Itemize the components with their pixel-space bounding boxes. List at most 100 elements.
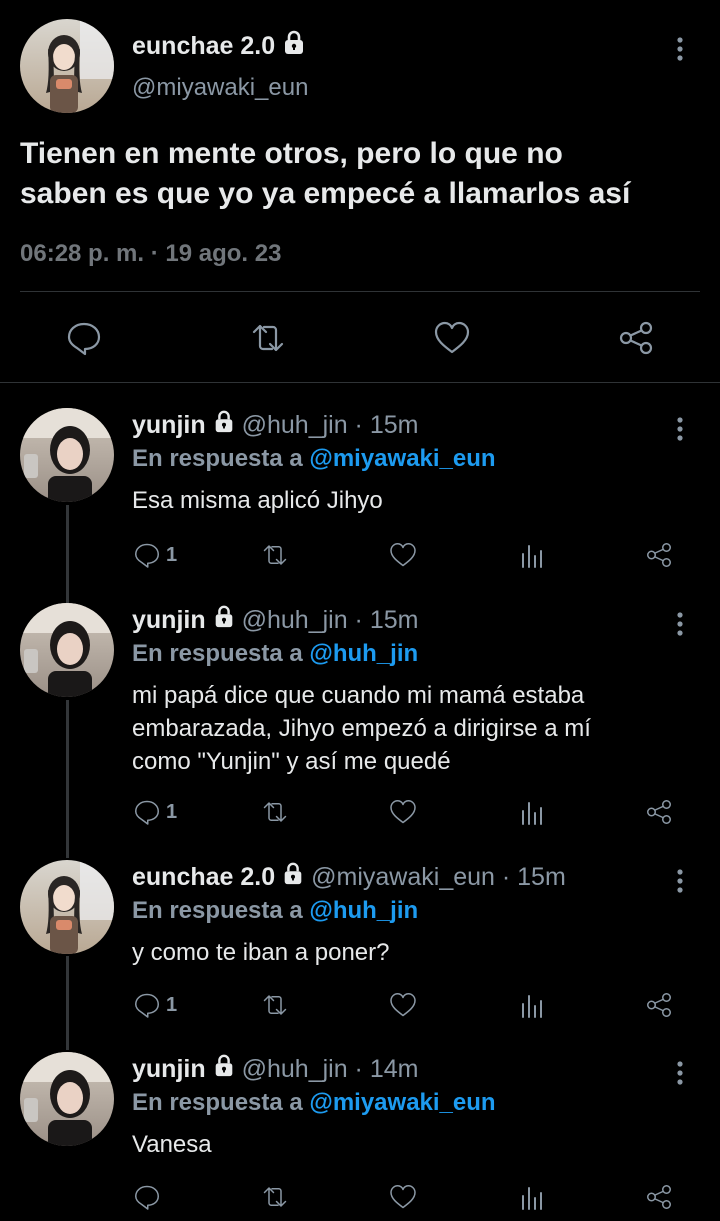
reply-count: 1 — [166, 543, 178, 566]
mention-link[interactable]: @miyawaki_eun — [309, 1089, 495, 1116]
lock-icon — [212, 410, 236, 441]
share-button[interactable] — [644, 990, 674, 1020]
in-reply-to: En respuesta a @huh_jin — [132, 640, 418, 668]
reply-header: yunjin @huh_jin · 14m — [132, 1054, 418, 1085]
like-button[interactable] — [388, 540, 418, 570]
more-vertical-icon[interactable] — [668, 414, 692, 449]
reply-text: y como te iban a poner? — [132, 936, 702, 969]
views-button[interactable] — [518, 540, 546, 570]
divider — [20, 291, 700, 292]
lock-icon — [281, 862, 305, 893]
like-button[interactable] — [432, 318, 472, 363]
reply-text: mi papá dice que cuando mi mamá estaba e… — [132, 679, 702, 778]
heart-icon — [390, 543, 416, 567]
analytics-icon — [522, 545, 542, 568]
in-reply-to: En respuesta a @huh_jin — [132, 897, 418, 925]
share-button[interactable] — [644, 797, 674, 827]
tweet-text: Tienen en mente otros, pero lo que no sa… — [20, 134, 710, 214]
tweet-text-line: Tienen en mente otros, pero lo que no — [20, 137, 563, 170]
avatar[interactable] — [20, 860, 114, 954]
avatar[interactable] — [20, 603, 114, 697]
handle-time[interactable]: @huh_jin · 14m — [242, 1055, 419, 1084]
retweet-button[interactable] — [258, 540, 292, 570]
reply-header: yunjin @huh_jin · 15m — [132, 410, 418, 441]
in-reply-to: En respuesta a @miyawaki_eun — [132, 1089, 496, 1117]
reply-icon — [135, 800, 159, 825]
handle-time[interactable]: @huh_jin · 15m — [242, 411, 419, 440]
share-icon — [647, 800, 671, 824]
avatar[interactable] — [20, 19, 114, 113]
reply-button[interactable] — [132, 1182, 166, 1212]
retweet-button[interactable] — [258, 797, 292, 827]
reply-count: 1 — [166, 993, 178, 1016]
views-button[interactable] — [518, 1182, 546, 1212]
retweet-button[interactable] — [258, 1182, 292, 1212]
reply-count: 1 — [166, 800, 178, 823]
share-icon — [647, 543, 671, 567]
share-button[interactable] — [644, 1182, 674, 1212]
retweet-icon — [263, 995, 287, 1015]
share-icon — [619, 321, 653, 355]
more-vertical-icon[interactable] — [668, 34, 692, 69]
reply-prefix: En respuesta a — [132, 897, 303, 924]
reply-button[interactable]: 1 — [132, 990, 177, 1020]
avatar[interactable] — [20, 1052, 114, 1146]
reply-text-line: Vanesa — [132, 1131, 212, 1158]
display-name[interactable]: yunjin — [132, 606, 206, 635]
avatar[interactable] — [20, 408, 114, 502]
handle[interactable]: @miyawaki_eun — [132, 74, 308, 102]
mention-link[interactable]: @huh_jin — [309, 640, 418, 667]
lock-icon — [281, 30, 307, 63]
heart-icon — [390, 993, 416, 1017]
analytics-icon — [522, 802, 542, 825]
reply-text-line: y como te iban a poner? — [132, 939, 390, 966]
timestamp[interactable]: 06:28 p. m. · 19 ago. 23 — [20, 240, 281, 268]
reply-icon — [135, 543, 159, 568]
handle-time[interactable]: @miyawaki_eun · 15m — [311, 863, 566, 892]
heart-icon — [434, 321, 470, 354]
reply-button[interactable]: 1 — [132, 540, 177, 570]
more-vertical-icon[interactable] — [668, 866, 692, 901]
reply-prefix: En respuesta a — [132, 640, 303, 667]
reply-text-line: embarazada, Jihyo empezó a dirigirse a m… — [132, 715, 591, 742]
more-vertical-icon[interactable] — [668, 609, 692, 644]
handle-time[interactable]: @huh_jin · 15m — [242, 606, 419, 635]
reply-text-line: como "Yunjin" y así me quedé — [132, 748, 451, 775]
retweet-button[interactable] — [258, 990, 292, 1020]
retweet-icon — [252, 324, 284, 352]
retweet-button[interactable] — [246, 318, 290, 363]
reply-icon — [67, 322, 101, 356]
views-button[interactable] — [518, 990, 546, 1020]
reply-prefix: En respuesta a — [132, 445, 303, 472]
lock-icon — [212, 605, 236, 636]
like-button[interactable] — [388, 797, 418, 827]
reply-header: eunchae 2.0 @miyawaki_eun · 15m — [132, 862, 566, 893]
reply-text-line: Esa misma aplicó Jihyo — [132, 487, 383, 514]
thread-line — [66, 505, 69, 603]
retweet-icon — [263, 802, 287, 822]
tweet-text-line: saben es que yo ya empecé a llamarlos as… — [20, 177, 631, 210]
display-name[interactable]: eunchae 2.0 — [132, 863, 275, 892]
divider — [0, 382, 720, 383]
mention-link[interactable]: @huh_jin — [309, 897, 418, 924]
display-name[interactable]: yunjin — [132, 411, 206, 440]
reply-button[interactable]: 1 — [132, 797, 177, 827]
share-button[interactable] — [644, 540, 674, 570]
heart-icon — [390, 800, 416, 824]
reply-icon — [135, 1185, 159, 1210]
analytics-icon — [522, 995, 542, 1018]
reply-header: yunjin @huh_jin · 15m — [132, 605, 418, 636]
retweet-icon — [263, 545, 287, 565]
share-button[interactable] — [616, 318, 656, 363]
display-name[interactable]: eunchae 2.0 — [132, 30, 307, 63]
retweet-icon — [263, 1187, 287, 1207]
display-name[interactable]: yunjin — [132, 1055, 206, 1084]
like-button[interactable] — [388, 1182, 418, 1212]
reply-button[interactable] — [64, 318, 104, 363]
mention-link[interactable]: @miyawaki_eun — [309, 445, 495, 472]
like-button[interactable] — [388, 990, 418, 1020]
reply-icon — [135, 993, 159, 1018]
thread-line — [66, 700, 69, 858]
views-button[interactable] — [518, 797, 546, 827]
more-vertical-icon[interactable] — [668, 1058, 692, 1093]
